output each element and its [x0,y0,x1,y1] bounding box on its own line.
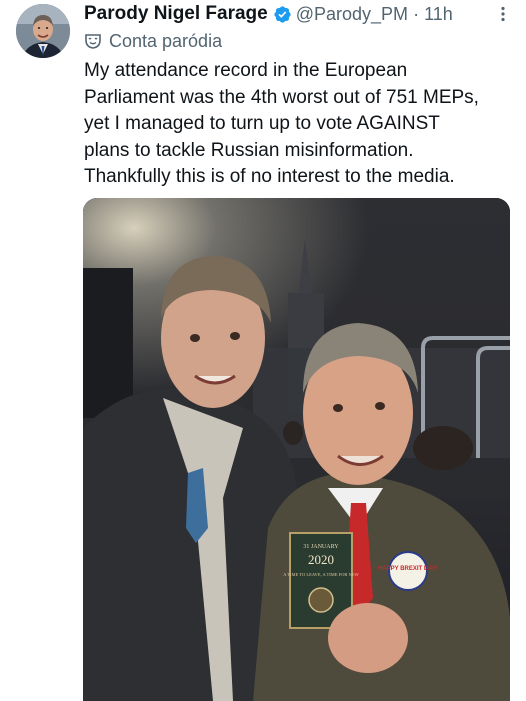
photo-image: 31 JANUARY 2020 A TIME TO LEAVE, A TIME … [83,198,510,701]
more-icon[interactable] [494,5,512,23]
card-year: 2020 [308,552,334,567]
tweet-header: Parody Nigel Farage @Parody_PM · 11h [84,2,512,26]
verified-badge-icon [273,5,292,24]
tweet-text: My attendance record in the European Par… [84,60,479,187]
parody-label: Conta paródia [109,30,223,51]
separator-dot: · [413,3,420,24]
timestamp[interactable]: 11h [424,4,453,25]
handle[interactable]: @Parody_PM [296,4,408,25]
avatar-image [16,4,70,58]
card-date: 31 JANUARY [303,544,339,550]
display-name[interactable]: Parody Nigel Farage [84,3,268,25]
tweet-photo[interactable]: 31 JANUARY 2020 A TIME TO LEAVE, A TIME … [83,198,510,701]
parody-mask-icon [85,34,101,49]
badge-text: HAPPY BREXIT DAY! [378,566,438,572]
avatar[interactable] [16,4,70,58]
parody-label-row: Conta paródia [84,30,222,52]
